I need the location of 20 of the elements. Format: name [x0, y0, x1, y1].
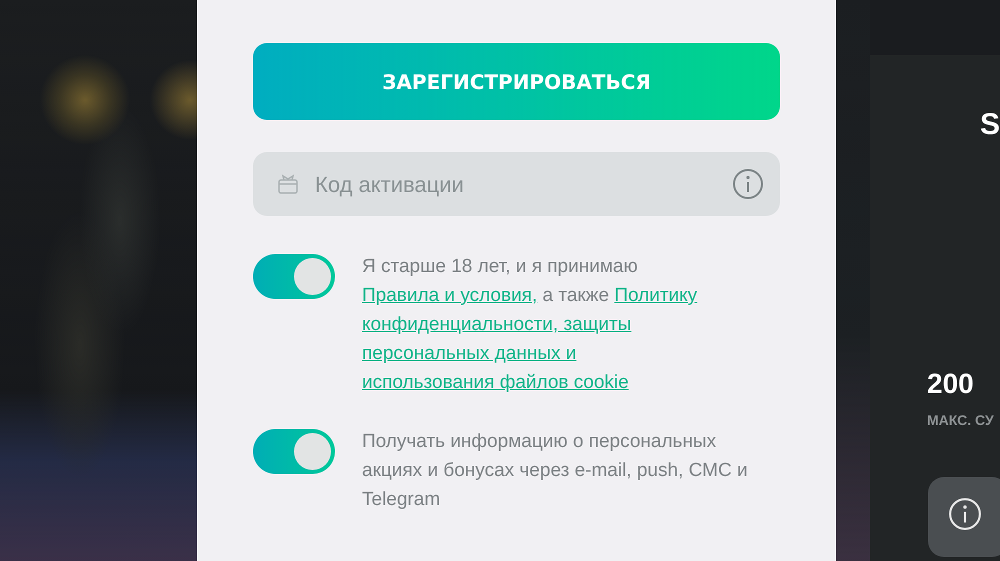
- toggle-switch[interactable]: [253, 429, 335, 474]
- amount-text: 200: [927, 370, 975, 398]
- consent-text: а также: [542, 285, 610, 306]
- activation-code-field[interactable]: Код активации: [253, 152, 780, 216]
- panel-title: S: [980, 110, 1000, 140]
- policy-link[interactable]: использования файлов cookie: [362, 372, 629, 393]
- consent-text: Получать информацию о персональных акциях и бонусах через e-mail, push, СМС и Telegram: [362, 431, 748, 510]
- policy-link[interactable]: Политику: [614, 285, 698, 306]
- toggle-switch[interactable]: [253, 254, 335, 299]
- policy-link[interactable]: Правила и условия,: [362, 285, 538, 306]
- gift-icon: [277, 173, 299, 195]
- info-icon[interactable]: [732, 168, 764, 200]
- register-button[interactable]: ЗАРЕГИСТРИРОВАТЬСЯ: [253, 43, 780, 120]
- info-icon: [948, 497, 982, 531]
- policy-link[interactable]: конфиденциальности, защиты: [362, 314, 632, 335]
- amount-caption: МАКС. СУ: [927, 411, 995, 430]
- info-button[interactable]: [928, 477, 1000, 557]
- policy-link[interactable]: персональных данных и: [362, 343, 576, 364]
- code-input[interactable]: Код активации: [313, 166, 718, 202]
- consent-text: Я старше 18 лет, и я принимаю: [362, 256, 638, 277]
